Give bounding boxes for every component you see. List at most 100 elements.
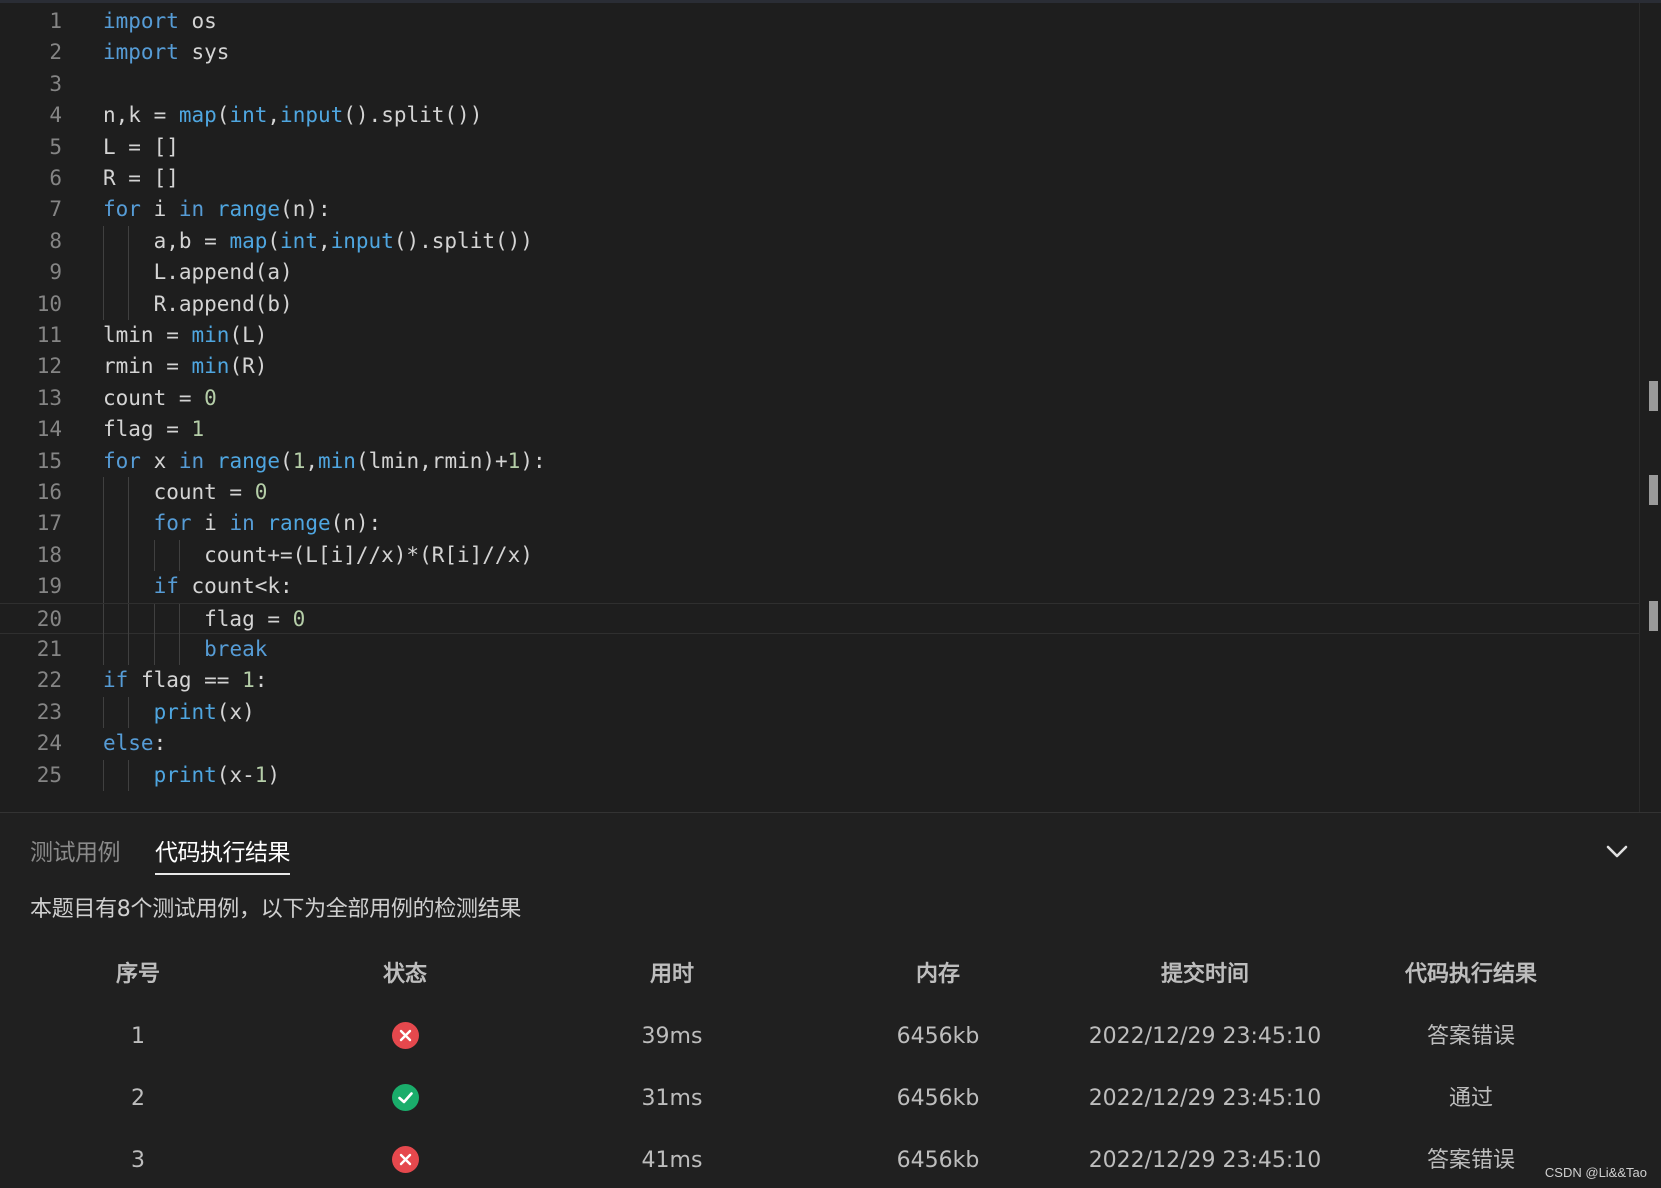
line-number: 9 (49, 260, 62, 285)
submitted-cell: 2022/12/29 23:45:10 (1088, 1148, 1322, 1173)
header-cell: 用时 (649, 962, 694, 987)
result-cell: 通过 (1448, 1086, 1493, 1111)
result-panel: 测试用例 代码执行结果 本题目有8个测试用例，以下为全部用例的检测结果 序号 状… (0, 812, 1661, 1188)
line-number: 17 (36, 511, 62, 536)
code-text: for x in range(1,min(lmin,rmin)+1): (103, 448, 546, 473)
code-line[interactable]: 15 for x in range(1,min(lmin,rmin)+1): (0, 446, 1640, 477)
watermark: CSDN @Li&&Tao (1544, 1165, 1647, 1180)
code-text: for i in range(n): (153, 511, 382, 536)
code-text: else: (103, 731, 167, 756)
code-line[interactable]: 8 a,b = map(int,input().split()) (0, 225, 1640, 258)
line-number: 13 (36, 385, 62, 410)
submitted-cell: 2022/12/29 23:45:10 (1088, 1024, 1322, 1049)
code-line[interactable]: 1 import os (0, 6, 1640, 37)
result-cell: 答案错误 (1426, 1024, 1515, 1049)
code-line[interactable]: 5 L = [] (0, 132, 1640, 163)
line-number: 10 (36, 291, 62, 316)
header-cell: 状态 (382, 962, 427, 987)
code-text: L = [] (103, 134, 179, 159)
status-cell (272, 1067, 538, 1131)
memory-cell: 6456kb (896, 1086, 980, 1111)
code-text: lmin = min(L) (103, 323, 268, 347)
code-text: R = [] (103, 166, 179, 190)
code-text: flag = 0 (103, 606, 306, 631)
code-line[interactable]: 12 rmin = min(R) (0, 351, 1640, 382)
chevron-down-icon[interactable] (1603, 837, 1631, 865)
check-icon (391, 1083, 419, 1111)
line-number: 6 (49, 166, 62, 190)
code-text: if count<k: (153, 574, 293, 599)
line-number: 23 (36, 699, 62, 724)
table-row[interactable]: 1 39ms 6456kb 2022/12/29 23:45:10 答案错误 (0, 1005, 1600, 1069)
code-line[interactable]: 6 R = [] (0, 163, 1640, 194)
status-cell (272, 1129, 538, 1188)
code-line[interactable]: 16 count = 0 (0, 477, 1640, 509)
code-text: n,k = map(int,input().split()) (103, 103, 483, 128)
code-line[interactable]: 7 for i in range(n): (0, 194, 1640, 225)
line-number: 8 (49, 228, 62, 253)
table-row[interactable]: 2 31ms 6456kb 2022/12/29 23:45:10 通过 (0, 1067, 1600, 1131)
code-line[interactable]: 17 for i in range(n): (0, 508, 1640, 540)
line-number: 3 (49, 71, 62, 96)
code-line[interactable]: 14 flag = 1 (0, 414, 1640, 445)
code-text: import sys (103, 40, 230, 65)
code-text: count = 0 (103, 480, 268, 504)
line-number: 21 (36, 637, 62, 661)
line-number: 7 (49, 197, 62, 222)
row-index: 3 (131, 1148, 145, 1173)
line-number: 22 (36, 668, 62, 693)
code-line[interactable]: 25 print(x-1) (0, 759, 1640, 791)
line-number: 12 (36, 354, 62, 379)
code-editor[interactable]: 1 import os 2 import sys 3 4 n,k = map(int,… (0, 0, 1661, 815)
code-line[interactable]: 24 else: (0, 728, 1640, 759)
line-number: 18 (36, 542, 62, 567)
code-text: print(x-1) (153, 762, 281, 787)
code-line[interactable]: 11 lmin = min(L) (0, 320, 1640, 351)
editor-scrollbar[interactable] (1639, 3, 1661, 815)
scrollbar-marker (1649, 475, 1658, 505)
table-header: 序号 状态 用时 内存 提交时间 代码执行结果 (0, 943, 1600, 1007)
time-cell: 39ms (641, 1024, 703, 1049)
error-icon (391, 1021, 419, 1049)
code-line[interactable]: 3 (0, 69, 1640, 100)
code-line[interactable]: 22 if flag == 1: (0, 665, 1640, 696)
code-line[interactable]: 21 break (0, 634, 1640, 666)
line-number: 14 (36, 417, 62, 442)
code-text: count = 0 (103, 385, 217, 410)
code-text: rmin = min(R) (103, 354, 268, 379)
table-row[interactable]: 3 41ms 6456kb 2022/12/29 23:45:10 答案错误 (0, 1129, 1600, 1188)
code-line[interactable]: 2 import sys (0, 37, 1640, 68)
scrollbar-marker (1649, 381, 1658, 411)
code-line[interactable]: 10 R.append(b) (0, 288, 1640, 320)
status-cell (272, 1005, 538, 1069)
line-number: 20 (36, 606, 62, 631)
summary-text: 本题目有8个测试用例，以下为全部用例的检测结果 (30, 897, 522, 922)
code-text: print(x) (153, 699, 255, 724)
header-cell: 代码执行结果 (1404, 962, 1537, 987)
code-text: R.append(b) (103, 291, 293, 316)
code-text: import os (103, 9, 217, 33)
line-number: 16 (36, 480, 62, 504)
line-number: 19 (36, 574, 62, 599)
line-number: 2 (49, 40, 62, 65)
code-line[interactable]: 13 count = 0 (0, 383, 1640, 414)
code-text: a,b = map(int,input().split()) (103, 228, 533, 253)
code-line[interactable]: 19 if count<k: (0, 571, 1640, 603)
header-cell: 序号 (115, 962, 160, 987)
error-icon (391, 1145, 419, 1173)
code-line-current[interactable]: 20 flag = 0 (0, 602, 1640, 635)
tab-test-cases[interactable]: 测试用例 (30, 833, 121, 867)
line-number: 4 (49, 103, 62, 128)
code-line[interactable]: 18 count+=(L[i]//x)*(R[i]//x) (0, 539, 1640, 572)
code-line[interactable]: 23 print(x) (0, 696, 1640, 729)
code-line[interactable]: 9 L.append(a) (0, 257, 1640, 289)
tab-execution-result[interactable]: 代码执行结果 (155, 833, 291, 875)
row-index: 2 (131, 1086, 145, 1111)
line-number: 24 (36, 731, 62, 756)
line-number: 15 (36, 448, 62, 473)
code-line[interactable]: 4 n,k = map(int,input().split()) (0, 100, 1640, 131)
line-number: 11 (36, 323, 62, 347)
submitted-cell: 2022/12/29 23:45:10 (1088, 1086, 1322, 1111)
code-text: if flag == 1: (103, 668, 268, 693)
code-text: for i in range(n): (103, 197, 331, 222)
